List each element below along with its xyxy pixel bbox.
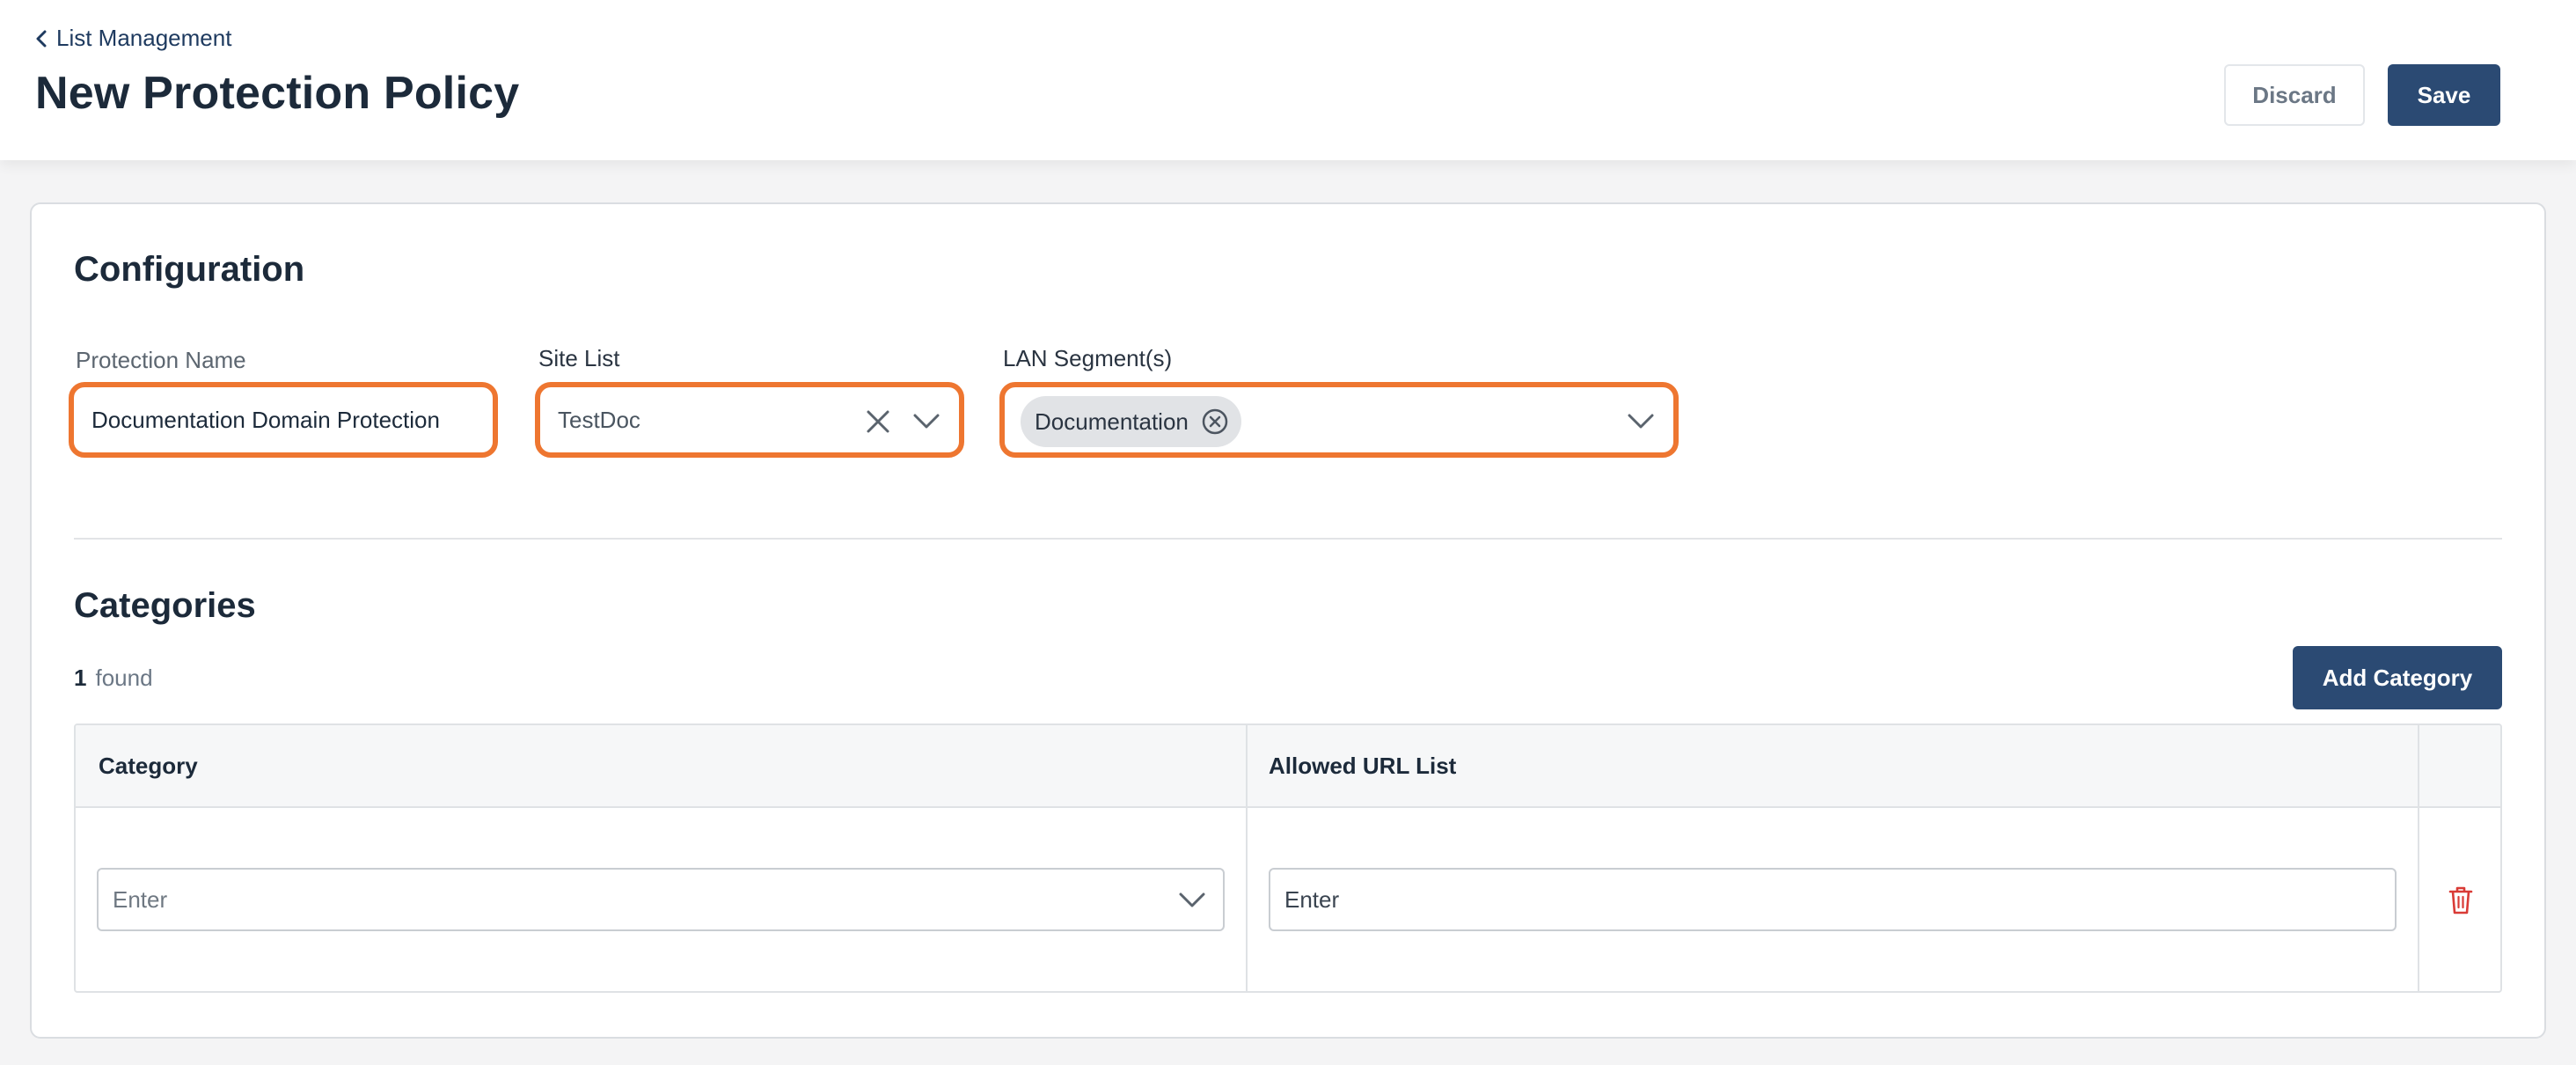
page-title: New Protection Policy — [35, 68, 520, 119]
delete-icon[interactable] — [2448, 885, 2474, 915]
chevron-down-icon[interactable] — [913, 414, 940, 430]
chevron-left-icon — [36, 30, 47, 47]
found-text: found — [95, 665, 153, 691]
categories-title: Categories — [74, 586, 256, 625]
breadcrumb-label: List Management — [56, 25, 232, 51]
lan-segment-chip: Documentation — [1021, 396, 1241, 447]
column-divider — [2418, 725, 2419, 991]
categories-found-count: 1 found — [74, 665, 153, 692]
allowed-url-placeholder: Enter — [1284, 885, 1340, 913]
configuration-title: Configuration — [74, 250, 305, 289]
protection-name-value: Documentation Domain Protection — [91, 406, 440, 433]
chevron-down-icon[interactable] — [1628, 414, 1654, 430]
remove-chip-icon[interactable] — [1201, 408, 1229, 436]
column-header-category: Category — [99, 752, 198, 779]
allowed-url-input[interactable]: Enter — [1269, 868, 2397, 931]
discard-button[interactable]: Discard — [2224, 64, 2365, 126]
clear-icon[interactable] — [866, 409, 890, 434]
found-number: 1 — [74, 665, 87, 691]
lan-segment-chip-label: Documentation — [1035, 408, 1189, 435]
column-divider — [1246, 725, 1248, 991]
categories-table: Category Allowed URL List Enter Enter — [74, 723, 2502, 993]
category-placeholder: Enter — [113, 885, 168, 913]
table-header: Category Allowed URL List — [76, 725, 2500, 808]
section-divider — [74, 538, 2502, 540]
add-category-button[interactable]: Add Category — [2293, 646, 2502, 709]
page-header: List Management New Protection Policy Di… — [0, 0, 2576, 160]
lan-segments-select[interactable]: Documentation — [1006, 389, 1672, 451]
column-header-allowed-url-list: Allowed URL List — [1269, 752, 1457, 779]
save-button[interactable]: Save — [2388, 64, 2500, 126]
protection-name-input[interactable]: Documentation Domain Protection — [76, 389, 491, 451]
site-list-value: TestDoc — [558, 406, 640, 433]
protection-name-label: Protection Name — [76, 347, 246, 373]
chevron-down-icon[interactable] — [1179, 892, 1205, 908]
site-list-select[interactable]: TestDoc — [542, 389, 957, 451]
site-list-label: Site List — [538, 345, 620, 371]
breadcrumb-back-link[interactable]: List Management — [35, 25, 231, 52]
category-select[interactable]: Enter — [97, 868, 1225, 931]
lan-segments-label: LAN Segment(s) — [1003, 345, 1173, 371]
